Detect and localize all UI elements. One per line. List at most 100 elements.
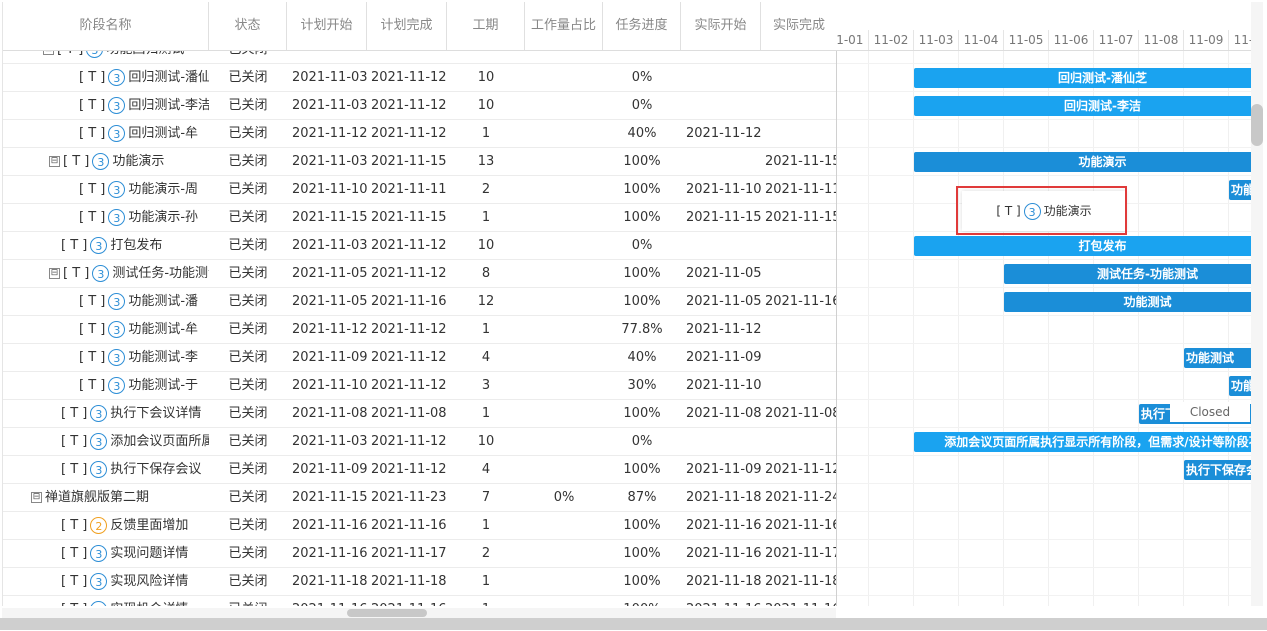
- collapse-toggle-icon[interactable]: ⊟: [49, 268, 60, 279]
- gantt-bar[interactable]: 添加会议页面所属执行显示所有阶段，但需求/设计等阶段不: [914, 432, 1251, 452]
- table-row[interactable]: [ T ] 3 回归测试-牟 已关闭 2021-11-12 2021-11-12 1 40% 2…: [3, 120, 837, 148]
- task-name[interactable]: 功能演示-周: [128, 182, 198, 197]
- task-name[interactable]: 回归测试-潘仙芝: [128, 70, 209, 85]
- table-row[interactable]: [ T ] 3 添加会议页面所属 已关闭 2021-11-03 2021-11-12 10 0…: [3, 428, 837, 456]
- gantt-bar[interactable]: 回归测试-李洁: [914, 96, 1251, 116]
- vertical-scrollbar[interactable]: [1251, 2, 1263, 606]
- grid-horizontal-scroll-thumb[interactable]: [347, 609, 427, 617]
- cell-name[interactable]: [ T ] 3 添加会议页面所属: [3, 428, 209, 456]
- col-header-progress[interactable]: 任务进度: [603, 2, 681, 50]
- page-horizontal-scrollbar[interactable]: [0, 618, 1267, 630]
- table-row[interactable]: [ T ] 3 回归测试-李洁 已关闭 2021-11-03 2021-11-12 10 0%: [3, 92, 837, 120]
- task-name[interactable]: 打包发布: [110, 238, 162, 253]
- cell-name[interactable]: [ T ] 3 功能测试-潘: [3, 288, 209, 316]
- table-row[interactable]: [ T ] 3 执行下会议详情 已关闭 2021-11-08 2021-11-08 1 100…: [3, 400, 837, 428]
- table-row[interactable]: [ T ] 3 打包发布 已关闭 2021-11-03 2021-11-12 10 0%: [3, 232, 837, 260]
- gantt-bar[interactable]: 测试任务-功能测试: [1004, 264, 1251, 284]
- cell-actual-end: [761, 428, 837, 456]
- col-header-workload[interactable]: 工作量占比: [525, 2, 603, 50]
- table-row[interactable]: [ T ] 3 功能测试-潘 已关闭 2021-11-05 2021-11-16 12 100…: [3, 288, 837, 316]
- cell-plan-end: 2021-11-12: [371, 238, 447, 253]
- gantt-bar[interactable]: 功能测试: [1184, 348, 1251, 368]
- col-header-duration[interactable]: 工期: [447, 2, 525, 50]
- gantt-bar[interactable]: 功能演示: [1229, 180, 1251, 200]
- gantt-bar[interactable]: 打包发布: [914, 236, 1251, 256]
- task-name[interactable]: 执行下会议详情: [110, 406, 201, 421]
- cell-status: 已关闭: [228, 294, 268, 309]
- collapse-toggle-icon[interactable]: ⊟: [49, 156, 60, 167]
- task-name[interactable]: 执行下保存会议: [110, 462, 201, 477]
- cell-name[interactable]: ⊟ 禅道旗舰版第二期: [3, 484, 209, 512]
- gantt-row: [837, 540, 1251, 568]
- cell-status: 已关闭: [228, 98, 268, 113]
- task-name[interactable]: 禅道旗舰版第二期: [45, 490, 149, 505]
- cell-workload: [525, 204, 603, 232]
- table-row[interactable]: [ T ] 3 功能演示-周 已关闭 2021-11-10 2021-11-11 2 100%…: [3, 176, 837, 204]
- task-name[interactable]: 添加会议页面所属: [110, 434, 209, 449]
- task-name[interactable]: 回归测试-李洁: [128, 98, 209, 113]
- gantt-bar[interactable]: 执行下保存会: [1184, 460, 1251, 480]
- task-name[interactable]: 功能演示-孙: [128, 210, 198, 225]
- table-row[interactable]: [ T ] 3 实现风险详情 已关闭 2021-11-18 2021-11-18 1 100%…: [3, 568, 837, 596]
- task-name[interactable]: 实现风险详情: [110, 574, 188, 589]
- task-name[interactable]: 实现机会详情: [110, 602, 188, 606]
- cell-actual-end: [761, 120, 837, 148]
- vertical-scroll-thumb[interactable]: [1251, 104, 1263, 146]
- task-name[interactable]: 回归测试-牟: [128, 126, 198, 141]
- cell-name[interactable]: [ T ] 3 执行下保存会议: [3, 456, 209, 484]
- task-name[interactable]: 实现问题详情: [110, 546, 188, 561]
- cell-name[interactable]: [ T ]3实现机会详情: [3, 596, 209, 606]
- col-header-actual-start[interactable]: 实际开始: [681, 2, 761, 50]
- gantt-header: 11-0111-0211-0311-0411-0511-0611-0711-08…: [837, 2, 1251, 51]
- cell-name[interactable]: [ T ] 3 实现问题详情: [3, 540, 209, 568]
- col-header-actual-end[interactable]: 实际完成: [761, 2, 837, 50]
- cell-name[interactable]: [ T ] 3 回归测试-李洁: [3, 92, 209, 120]
- cell-name[interactable]: ⊟[ T ] 3 功能演示: [3, 148, 209, 176]
- cell-name[interactable]: [ T ] 3 功能演示-孙: [3, 204, 209, 232]
- cell-plan-end: 2021-11-18: [371, 574, 447, 589]
- table-row[interactable]: ⊟[ T ] 3 功能演示 已关闭 2021-11-03 2021-11-15 13 100%…: [3, 148, 837, 176]
- task-name[interactable]: 功能演示: [112, 154, 164, 169]
- table-row[interactable]: [ T ] 3 实现问题详情 已关闭 2021-11-16 2021-11-17 2 100%…: [3, 540, 837, 568]
- cell-name[interactable]: [ T ] 3 回归测试-牟: [3, 120, 209, 148]
- cell-name[interactable]: [ T ]3回归测试-潘仙芝: [3, 64, 209, 92]
- table-row[interactable]: ⊟ 禅道旗舰版第二期 已关闭 2021-11-15 2021-11-23 7 0% 87% 20…: [3, 484, 837, 512]
- task-name[interactable]: 功能测试-牟: [128, 322, 198, 337]
- gantt-bar[interactable]: 功能: [1229, 376, 1251, 396]
- table-row[interactable]: [ T ] 3 执行下保存会议 已关闭 2021-11-09 2021-11-12 4 100…: [3, 456, 837, 484]
- cell-name[interactable]: [ T ] 3 打包发布: [3, 232, 209, 260]
- cell-name[interactable]: [ T ] 2 反馈里面增加: [3, 512, 209, 540]
- task-name[interactable]: 反馈里面增加: [110, 518, 188, 533]
- collapse-toggle-icon[interactable]: ⊟: [31, 492, 42, 503]
- cell-name[interactable]: [ T ] 3 功能测试-牟: [3, 316, 209, 344]
- gantt-bar[interactable]: 功能演示: [914, 152, 1251, 172]
- cell-name[interactable]: [ T ] 3 功能测试-李: [3, 344, 209, 372]
- table-row[interactable]: [ T ] 3 功能测试-牟 已关闭 2021-11-12 2021-11-12 1 77.8…: [3, 316, 837, 344]
- cell-workload: 0%: [553, 490, 575, 505]
- table-row[interactable]: [ T ]3实现机会详情已关闭2021-11-162021-11-161100%…: [3, 596, 837, 606]
- cell-name[interactable]: ⊟[ T ]3测试任务-功能测试: [3, 260, 209, 288]
- col-header-plan-start[interactable]: 计划开始: [287, 2, 367, 50]
- cell-duration: 1: [481, 518, 491, 533]
- cell-name[interactable]: [ T ] 3 实现风险详情: [3, 568, 209, 596]
- col-header-status[interactable]: 状态: [209, 2, 287, 50]
- cell-name[interactable]: [ T ] 3 功能演示-周: [3, 176, 209, 204]
- task-name[interactable]: 功能测试-于: [128, 378, 198, 393]
- cell-name[interactable]: [ T ] 3 执行下会议详情: [3, 400, 209, 428]
- col-header-name[interactable]: 阶段名称: [3, 2, 209, 50]
- table-row[interactable]: [ T ] 3 功能测试-于 已关闭 2021-11-10 2021-11-12 3 30% 2…: [3, 372, 837, 400]
- task-name[interactable]: 测试任务-功能测试: [112, 266, 209, 281]
- table-row[interactable]: [ T ] 3 功能演示-孙 已关闭 2021-11-15 2021-11-15 1 100%…: [3, 204, 837, 232]
- task-name[interactable]: 功能测试-李: [128, 350, 198, 365]
- cell-name[interactable]: [ T ] 3 功能测试-于: [3, 372, 209, 400]
- closed-label: Closed: [1170, 402, 1250, 422]
- priority-badge: 3: [90, 545, 108, 562]
- table-row[interactable]: [ T ] 3 功能测试-李 已关闭 2021-11-09 2021-11-12 4 40% 2…: [3, 344, 837, 372]
- task-name[interactable]: 功能测试-潘: [128, 294, 198, 309]
- col-header-plan-end[interactable]: 计划完成: [367, 2, 447, 50]
- gantt-bar[interactable]: 回归测试-潘仙芝: [914, 68, 1251, 88]
- table-row[interactable]: [ T ] 2 反馈里面增加 已关闭 2021-11-16 2021-11-16 1 100%…: [3, 512, 837, 540]
- table-row[interactable]: [ T ]3回归测试-潘仙芝 已关闭 2021-11-03 2021-11-12 10 0…: [3, 64, 837, 92]
- gantt-bar[interactable]: 功能测试: [1004, 292, 1251, 312]
- table-row[interactable]: ⊟[ T ]3测试任务-功能测试 已关闭 2021-11-05 2021-11-12 8…: [3, 260, 837, 288]
